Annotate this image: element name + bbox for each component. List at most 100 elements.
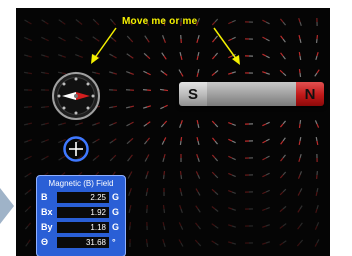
field-needle-north xyxy=(316,140,319,146)
field-needle-north xyxy=(44,55,49,58)
field-needle-north xyxy=(163,72,168,76)
field-needle-south xyxy=(24,225,29,230)
field-needle-south xyxy=(142,106,148,109)
field-needle-north xyxy=(262,123,267,127)
field-needle-south xyxy=(41,36,46,40)
field-needle-south xyxy=(282,154,286,159)
drag-hint-label: Move me or me xyxy=(122,16,198,27)
field-needle-south xyxy=(282,171,287,176)
field-needle-north xyxy=(78,38,83,42)
field-needle-north xyxy=(112,38,117,43)
field-needle-north xyxy=(279,242,284,246)
field-probe-crosshair-icon[interactable] xyxy=(63,136,89,162)
field-needle-south xyxy=(231,191,236,195)
field-needle-south xyxy=(161,52,165,57)
field-needle-south xyxy=(231,208,236,211)
field-needle-north xyxy=(146,137,151,142)
field-needle-south xyxy=(92,18,97,23)
field-needle-north xyxy=(297,191,301,196)
field-needle-south xyxy=(162,157,165,163)
field-needle-south xyxy=(282,21,287,26)
field-needle-north xyxy=(95,138,100,142)
field-needle-north xyxy=(262,71,267,74)
field-needle-south xyxy=(231,19,236,23)
field-needle-south xyxy=(180,174,183,180)
field-needle-north xyxy=(211,188,216,193)
row-label: B xyxy=(41,192,48,202)
magnet-south-pole: S xyxy=(179,82,207,106)
field-needle-south xyxy=(109,123,114,127)
field-needle-north xyxy=(280,157,284,162)
field-needle-south xyxy=(58,157,63,161)
field-needle-south xyxy=(146,242,149,248)
field-needle-north xyxy=(146,154,150,159)
field-needle-north xyxy=(228,121,233,125)
field-needle-south xyxy=(316,239,320,244)
field-needle-north xyxy=(211,240,216,244)
field-needle-south xyxy=(109,157,114,162)
field-needle-south xyxy=(160,123,165,128)
field-needle-north xyxy=(61,21,66,25)
field-needle-north xyxy=(316,51,319,57)
field-needle-north xyxy=(280,52,284,57)
field-needle-south xyxy=(265,121,270,125)
field-needle-north xyxy=(262,174,267,178)
field-needle-north xyxy=(27,155,32,159)
field-needle-south xyxy=(214,69,219,74)
field-needle-south xyxy=(180,242,184,247)
field-needle-north xyxy=(78,21,83,25)
field-needle-north xyxy=(262,53,267,57)
field-needle-south xyxy=(144,35,148,40)
field-needle-south xyxy=(214,18,219,23)
row-unit: G xyxy=(112,207,120,217)
field-needle-south xyxy=(282,72,287,77)
field-needle-north xyxy=(27,189,32,193)
field-needle-north xyxy=(95,38,100,42)
field-needle-north xyxy=(280,35,284,40)
field-needle-north xyxy=(163,89,169,92)
field-needle-south xyxy=(214,157,219,162)
field-needle-south xyxy=(316,222,320,227)
field-needle-south xyxy=(163,242,166,247)
field-needle-north xyxy=(95,55,100,59)
row-value: 31.68 xyxy=(57,236,109,248)
field-needle-north xyxy=(145,238,148,244)
field-needle-south xyxy=(108,71,114,74)
field-needle-south xyxy=(75,19,80,23)
field-needle-north xyxy=(146,171,149,176)
field-needle-north xyxy=(196,154,199,159)
field-needle-north xyxy=(316,123,320,128)
field-needle-north xyxy=(297,174,301,179)
field-needle-south xyxy=(143,140,148,145)
field-needle-north xyxy=(78,55,83,59)
field-needle-north xyxy=(262,225,267,228)
field-needle-north xyxy=(211,171,216,176)
field-needle-north xyxy=(27,222,32,227)
field-needle-south xyxy=(265,172,270,176)
field-needle-north xyxy=(146,105,152,108)
field-needle-south xyxy=(282,38,286,43)
field-needle-south xyxy=(265,55,270,59)
field-needle-north xyxy=(298,51,301,57)
compass-icon[interactable] xyxy=(52,72,100,120)
field-needle-north xyxy=(95,154,100,159)
field-needle-south xyxy=(231,174,236,178)
field-needle-south xyxy=(161,35,165,40)
row-label: By xyxy=(41,222,53,232)
field-needle-south xyxy=(316,205,319,210)
field-needle-north xyxy=(146,72,151,76)
field-needle-north xyxy=(195,205,199,210)
field-needle-north xyxy=(211,206,216,210)
field-needle-south xyxy=(41,54,46,57)
field-needle-south xyxy=(92,123,97,126)
field-needle-south xyxy=(299,38,302,44)
field-needle-north xyxy=(228,38,233,42)
bar-magnet[interactable]: S N xyxy=(179,82,324,106)
side-arrow-icon[interactable] xyxy=(0,188,14,224)
field-needle-south xyxy=(299,188,303,193)
field-needle-south xyxy=(24,208,29,213)
field-needle-south xyxy=(126,140,131,145)
field-needle-north xyxy=(27,72,33,75)
field-needle-north xyxy=(163,38,167,43)
field-needle-south xyxy=(127,174,131,179)
